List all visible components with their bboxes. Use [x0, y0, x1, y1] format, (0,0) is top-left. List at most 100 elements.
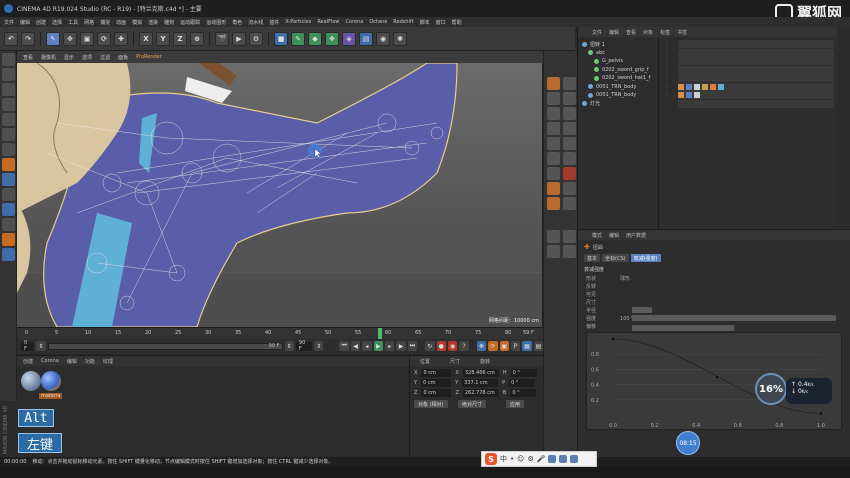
tool-icon[interactable] [547, 122, 560, 135]
attribute-tab[interactable]: 衰减(强度) [630, 254, 661, 262]
object-row[interactable]: 扭转 1 ⁚ [582, 40, 834, 48]
menu-item[interactable]: 捕捉 [100, 19, 110, 26]
viewport-menu-item[interactable]: 选项 [82, 54, 92, 61]
attribute-menu-item[interactable]: 编辑 [609, 232, 619, 239]
camera-icon[interactable]: ◉ [376, 31, 390, 46]
object-row[interactable]: 灯光 ⁚ [582, 99, 834, 108]
attribute-value[interactable]: 球形 [620, 275, 630, 282]
object-tag-icon[interactable] [694, 92, 700, 98]
offset-slider[interactable] [632, 325, 734, 331]
polygons-mode-icon[interactable] [1, 143, 15, 156]
tool-icon[interactable] [547, 167, 560, 180]
ime-toolbar[interactable]: S 中 • ☺ ⚙ 🎤 [481, 451, 597, 467]
object-tag-icon[interactable] [702, 83, 708, 90]
object-manager-menu-item[interactable]: 对象 [643, 29, 653, 36]
attribute-menu-item[interactable]: 用户数据 [626, 232, 646, 239]
points-mode-icon[interactable] [1, 113, 15, 126]
object-row[interactable]: 0001_TRN_body ⁚ [582, 82, 834, 91]
menu-item[interactable]: 动画 [116, 19, 126, 26]
tool-icon[interactable] [563, 122, 576, 135]
make-editable-icon[interactable] [1, 53, 15, 66]
play-icon[interactable]: ▶ [373, 341, 384, 351]
scale-icon[interactable]: ▣ [80, 31, 94, 46]
menu-item[interactable]: 插件 [269, 19, 279, 26]
tool-icon[interactable] [547, 152, 560, 165]
visibility-dots-icon[interactable]: ⁚ [666, 58, 668, 64]
position-field[interactable]: 0 cm [421, 389, 452, 397]
object-name[interactable]: G_pelvis [602, 58, 623, 64]
ime-punctuation-icon[interactable]: • [510, 455, 514, 463]
spline-knot[interactable] [715, 375, 719, 379]
live-selection-icon[interactable]: ↖ [46, 31, 60, 46]
previous-frame-icon[interactable]: ◂ [362, 341, 372, 351]
edges-mode-icon[interactable] [1, 128, 15, 141]
menu-item[interactable]: 网格 [84, 19, 94, 26]
menu-item[interactable]: Corona [346, 19, 364, 25]
strength-slider[interactable] [632, 315, 836, 321]
tool-icon[interactable] [563, 230, 576, 243]
material-menu-item[interactable]: 编辑 [67, 358, 77, 365]
array-icon[interactable]: ❖ [325, 31, 339, 46]
snap-icon[interactable] [1, 188, 15, 201]
solo-icon[interactable] [1, 218, 15, 231]
end-frame-field[interactable]: 90 F [295, 340, 313, 352]
menu-item[interactable]: RealFlow [317, 19, 339, 25]
subdivision-icon[interactable]: ◆ [308, 31, 322, 46]
menu-item[interactable]: 模拟 [132, 19, 142, 26]
record-key-icon[interactable]: ● [436, 341, 446, 351]
timeline-ruler[interactable]: 0 5 10 15 20 25 30 35 40 45 50 55 60 65 70 75 80 59 F [17, 327, 543, 340]
object-tag-icon[interactable] [718, 83, 724, 90]
menu-item[interactable]: Redshift [393, 19, 413, 25]
object-name[interactable]: 0001_TRN_body [596, 84, 636, 90]
visibility-dots-icon[interactable]: ⁚ [666, 92, 668, 98]
sculpt-icon[interactable] [1, 233, 15, 246]
object-row[interactable]: 0001_TRN_body ⁚ [582, 91, 834, 99]
material-menu-item[interactable]: 纹理 [103, 358, 113, 365]
spline-pen-icon[interactable]: ✎ [291, 31, 305, 46]
tool-icon[interactable] [547, 230, 560, 243]
attribute-tab[interactable]: 基本 [584, 254, 601, 262]
viewport-menu-item[interactable]: 显示 [64, 54, 74, 61]
keyframe-selection-icon[interactable]: ? [459, 341, 469, 351]
menu-item[interactable]: 运动跟踪 [180, 19, 200, 26]
object-name[interactable]: 0202_sword_hat1_f [602, 75, 650, 81]
material-menu-item[interactable]: Corona [41, 358, 59, 364]
menu-item[interactable]: 编辑 [20, 19, 30, 26]
menu-item[interactable]: 创建 [36, 19, 46, 26]
tool-icon[interactable] [547, 182, 560, 195]
ime-settings-icon[interactable]: ⚙ [527, 455, 533, 463]
rotation-field[interactable]: 0 ° [510, 389, 537, 397]
viewport-menu-item[interactable]: 查看 [23, 54, 33, 61]
axis-mode-icon[interactable] [1, 158, 15, 171]
tool-icon[interactable] [547, 92, 560, 105]
model-mode-icon[interactable] [1, 68, 15, 81]
keyboard-icon[interactable] [548, 455, 557, 463]
object-tag-icon[interactable] [694, 83, 700, 90]
spline-knot[interactable] [819, 412, 823, 415]
menu-item[interactable]: 运动图形 [206, 19, 226, 26]
timeline-window-icon[interactable]: ▤ [533, 341, 544, 351]
recent-tools-icon[interactable]: ✚ [114, 31, 128, 46]
coordinate-system-icon[interactable]: ⊕ [190, 31, 204, 46]
object-manager-menu-item[interactable]: 查看 [626, 29, 636, 36]
go-to-start-icon[interactable]: ⏮ [339, 341, 349, 351]
workplane-icon[interactable] [1, 98, 15, 111]
render-view-icon[interactable]: 🎬 [215, 31, 229, 46]
object-tag-icon[interactable] [686, 92, 692, 98]
object-manager-menu-item[interactable]: 标签 [660, 29, 670, 36]
texture-mode-icon[interactable] [1, 83, 15, 96]
object-name[interactable]: 0202_sword_grip_f [602, 67, 649, 73]
visibility-dots-icon[interactable]: ⁚ [666, 75, 668, 81]
tool-icon[interactable] [547, 137, 560, 150]
size-mode-dropdown[interactable]: 绝对尺寸 [458, 400, 487, 408]
emoji-icon[interactable]: ☺ [517, 455, 524, 463]
3d-viewport[interactable]: 网格间距：10000 cm [17, 63, 543, 327]
preview-range-slider[interactable]: 90 F [47, 342, 283, 350]
frame-stepper-icon[interactable]: ⇕ [36, 341, 46, 351]
size-field[interactable]: 262.778 cm [462, 389, 499, 397]
viewport-menu-item[interactable]: 面板 [118, 54, 128, 61]
object-tag-icon[interactable] [710, 83, 716, 90]
object-row[interactable]: 0202_sword_grip_f ⁚ [582, 65, 834, 74]
attribute-tab[interactable]: 坐标(CS) [602, 254, 629, 262]
attribute-menu-item[interactable]: 模式 [592, 232, 602, 239]
